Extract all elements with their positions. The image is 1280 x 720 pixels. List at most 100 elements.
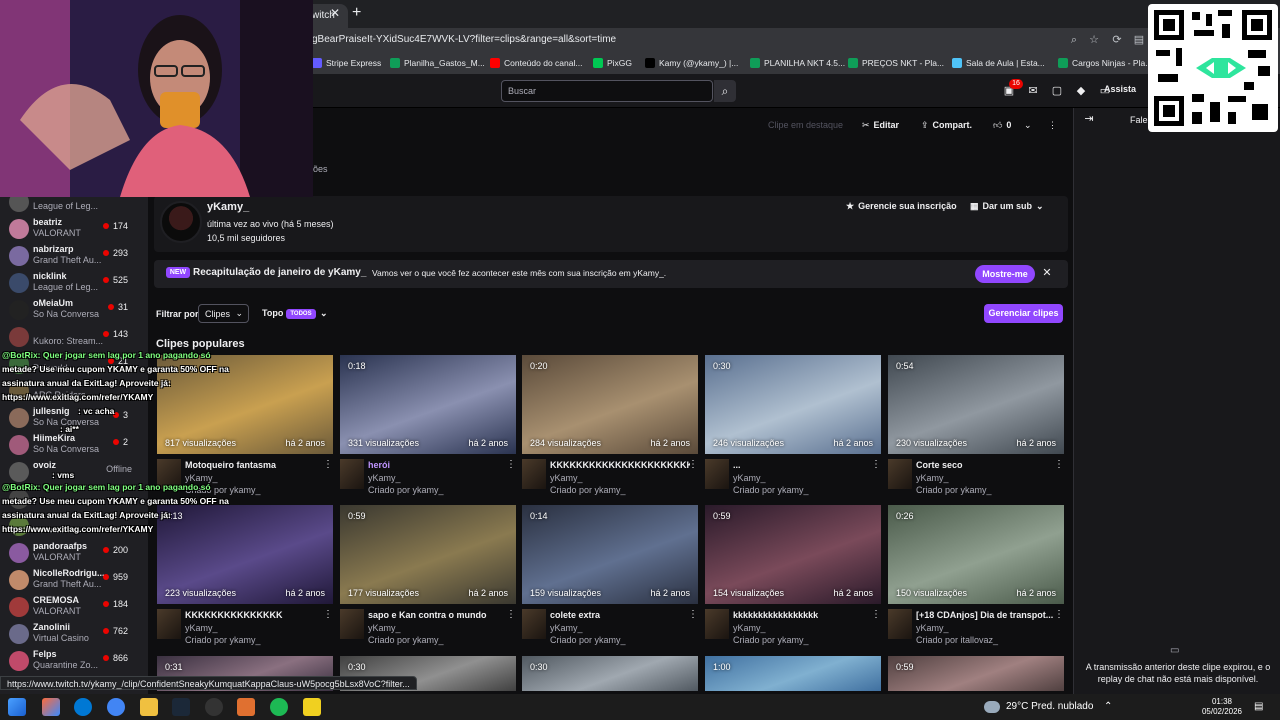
clip-channel-name[interactable]: yKamy_: [550, 623, 583, 633]
clip-channel-name[interactable]: yKamy_: [185, 623, 218, 633]
clip-title[interactable]: colete extra: [550, 610, 690, 620]
clip-thumbnail[interactable]: 0:30: [522, 656, 698, 691]
pin-app-icon[interactable]: [303, 698, 321, 716]
clip-channel-name[interactable]: yKamy_: [916, 473, 949, 483]
featured-clip-button[interactable]: Clipe em destaque: [768, 117, 843, 133]
more-vertical-icon[interactable]: ⋮: [323, 459, 333, 470]
clip-channel-avatar[interactable]: [888, 459, 912, 489]
extensions-icon[interactable]: ⟳: [1110, 33, 1124, 47]
more-vertical-icon[interactable]: ⋮: [506, 459, 516, 470]
clip-channel-avatar[interactable]: [522, 459, 546, 489]
bookmark-item[interactable]: PixGG: [593, 58, 632, 68]
clip-channel-name[interactable]: yKamy_: [916, 623, 949, 633]
clip-thumbnail[interactable]: 0:26 150 visualizações há 2 anos: [888, 505, 1064, 604]
chevron-up-icon[interactable]: ⌃: [1104, 701, 1112, 712]
sidebar-channel-item[interactable]: nicklink League of Leg... 525: [0, 270, 148, 296]
clip-thumbnail[interactable]: 0:20 284 visualizações há 2 anos: [522, 355, 698, 454]
search-input[interactable]: Buscar: [501, 80, 713, 102]
clip-channel-avatar[interactable]: [157, 609, 181, 639]
like-dropdown-button[interactable]: ⌄: [1024, 117, 1032, 133]
zoom-icon[interactable]: ⌕: [1067, 33, 1081, 47]
clip-channel-avatar[interactable]: [888, 609, 912, 639]
clip-thumbnail[interactable]: 0:30 246 visualizações há 2 anos: [705, 355, 881, 454]
sidebar-channel-item[interactable]: oMeiaUm So Na Conversa 31: [0, 297, 148, 323]
more-vertical-icon[interactable]: ⋮: [506, 609, 516, 620]
bookmark-item[interactable]: PREÇOS NKT - Pla...: [848, 58, 944, 68]
clip-title[interactable]: ...: [733, 460, 873, 470]
close-icon[interactable]: ✕: [330, 6, 344, 20]
clip-channel-avatar[interactable]: [705, 459, 729, 489]
clip-thumbnail[interactable]: 0:59: [888, 656, 1064, 691]
tab-fragment[interactable]: ões: [313, 164, 328, 174]
close-icon[interactable]: ✕: [1041, 266, 1053, 280]
clip-title[interactable]: KKKKKKKKKKKKKKKKKKKKKK: [550, 460, 690, 470]
manage-clips-button[interactable]: Gerenciar clipes: [984, 304, 1063, 323]
share-button[interactable]: ⇪ Compart.: [921, 117, 972, 133]
sidebar-channel-item[interactable]: pandoraafps VALORANT 200: [0, 540, 148, 566]
star-icon[interactable]: ☆: [1087, 33, 1101, 47]
notification-center-icon[interactable]: ▤: [1254, 701, 1263, 712]
more-vertical-icon[interactable]: ⋮: [1054, 459, 1064, 470]
clip-channel-name[interactable]: yKamy_: [733, 623, 766, 633]
bookmark-item[interactable]: Conteúdo do canal...: [490, 58, 582, 68]
obs-icon[interactable]: [205, 698, 223, 716]
clip-title[interactable]: Corte seco: [916, 460, 1056, 470]
clip-title[interactable]: herói: [368, 460, 508, 470]
manage-subscription-button[interactable]: ★ Gerencie sua inscrição: [840, 197, 963, 215]
more-vertical-icon[interactable]: ⋮: [871, 459, 881, 470]
channel-name[interactable]: yKamy_: [207, 201, 249, 213]
clip-channel-name[interactable]: yKamy_: [733, 473, 766, 483]
like-button[interactable]: 👍︎ 0: [993, 117, 1011, 133]
new-tab-button[interactable]: +: [352, 4, 368, 22]
clip-thumbnail[interactable]: 0:59 177 visualizações há 2 anos: [340, 505, 516, 604]
steam-icon[interactable]: [172, 698, 190, 716]
sidebar-channel-item[interactable]: NicolleRodrigu... Grand Theft Au... 959: [0, 567, 148, 593]
edge-icon[interactable]: [74, 698, 92, 716]
bits-icon[interactable]: ◆: [1074, 84, 1088, 98]
clip-channel-avatar[interactable]: [340, 609, 364, 639]
clip-channel-avatar[interactable]: [522, 609, 546, 639]
clip-type-select[interactable]: Clipes ⌄: [198, 304, 249, 323]
clip-thumbnail[interactable]: 0:59 154 visualizações há 2 anos: [705, 505, 881, 604]
sidebar-channel-item[interactable]: Kukoro: Stream... 143: [0, 324, 148, 350]
puzzle-icon[interactable]: ▤: [1132, 33, 1146, 47]
sidebar-channel-item[interactable]: HiimeKira So Na Conversa 2: [0, 432, 148, 458]
copilot-icon[interactable]: [42, 698, 60, 716]
bookmark-item[interactable]: Kamy (@ykamy_) |...: [645, 58, 738, 68]
channel-avatar[interactable]: [160, 201, 202, 243]
windows-start-icon[interactable]: [8, 698, 26, 716]
weather-text[interactable]: 29°C Pred. nublado: [1006, 701, 1093, 712]
clip-thumbnail[interactable]: 0:13 223 visualizações há 2 anos: [157, 505, 333, 604]
more-options-button[interactable]: ⋮: [1048, 117, 1057, 133]
mail-icon[interactable]: ✉: [1026, 84, 1040, 98]
clip-channel-name[interactable]: yKamy_: [368, 623, 401, 633]
bookmark-item[interactable]: PLANILHA NKT 4.5...: [750, 58, 845, 68]
whisper-icon[interactable]: ▢: [1050, 84, 1064, 98]
clip-channel-avatar[interactable]: [705, 609, 729, 639]
show-me-button[interactable]: Mostre-me: [975, 265, 1035, 283]
app-icon[interactable]: [237, 698, 255, 716]
clip-title[interactable]: Motoqueiro fantasma: [185, 460, 325, 470]
clock[interactable]: 01:38 05/02/2026: [1201, 697, 1243, 717]
folder-icon[interactable]: [140, 698, 158, 716]
clip-thumbnail[interactable]: 0:54 230 visualizações há 2 anos: [888, 355, 1064, 454]
clip-thumbnail[interactable]: 1:00: [705, 656, 881, 691]
clip-thumbnail[interactable]: 0:18 331 visualizações há 2 anos: [340, 355, 516, 454]
sidebar-channel-item[interactable]: Felps Quarantine Zo... 866: [0, 648, 148, 674]
bookmark-item[interactable]: Sala de Aula | Esta...: [952, 58, 1045, 68]
more-vertical-icon[interactable]: ⋮: [688, 459, 698, 470]
sidebar-channel-item[interactable]: CREMOSA VALORANT 184: [0, 594, 148, 620]
more-vertical-icon[interactable]: ⋮: [688, 609, 698, 620]
more-vertical-icon[interactable]: ⋮: [323, 609, 333, 620]
sidebar-channel-item[interactable]: Zanolinii Virtual Casino 762: [0, 621, 148, 647]
bookmark-item[interactable]: Planilha_Gastos_M...: [390, 58, 485, 68]
collapse-icon[interactable]: ⇥: [1082, 112, 1096, 126]
more-vertical-icon[interactable]: ⋮: [871, 609, 881, 620]
sidebar-channel-item[interactable]: nabrizarp Grand Theft Au... 293: [0, 243, 148, 269]
clip-title[interactable]: KKKKKKKKKKKKKKK: [185, 610, 325, 620]
clip-title[interactable]: kkkkkkkkkkkkkkkkk: [733, 610, 873, 620]
assist-button[interactable]: Assista: [1104, 84, 1136, 94]
more-vertical-icon[interactable]: ⋮: [1054, 609, 1064, 620]
clip-channel-name[interactable]: yKamy_: [550, 473, 583, 483]
url-field[interactable]: gBearPraiseIt-YXidSuc4E7WVK-LV?filter=cl…: [312, 34, 616, 45]
